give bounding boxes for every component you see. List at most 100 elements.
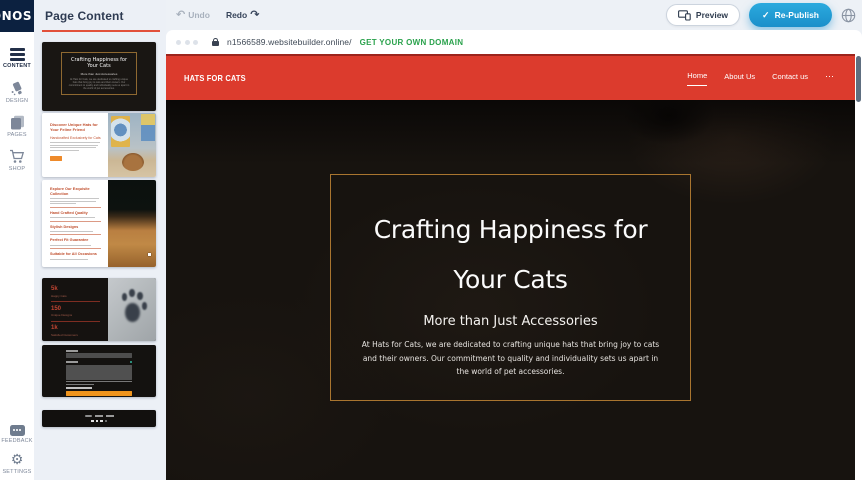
thumb-photo-paw-print [108,278,156,341]
thumb-text-column: Explore Our Exquisite Collection Hand Cr… [42,180,108,267]
paw-shape [137,292,143,300]
thumb-heading: Stylish Designs [50,225,101,230]
thumb-photo-cat-street [108,113,156,177]
sidebar-item-design[interactable]: DESIGN [0,78,34,106]
footer-link-bar [106,415,114,417]
republish-button[interactable]: ✓ Re-Publish [749,3,832,27]
divider [50,234,101,235]
thumb-heading: Suitable for All Occasions [50,252,101,257]
stat-label: Happy Cats [51,294,100,298]
globe-icon[interactable] [841,8,856,23]
paw-shape [142,302,148,310]
sidebar-item-label: SHOP [9,166,25,172]
divider [51,301,100,302]
shopping-cart-icon [9,149,25,164]
window-dots [176,40,198,45]
teal-indicator-dot [130,361,132,363]
text-placeholder-bar [50,198,99,199]
design-brush-icon [9,81,25,96]
left-rail: IONOS CONTENT DESIGN PAGES SHOP [0,0,34,480]
preview-scrollbar-track[interactable] [855,54,862,480]
nav-item-about[interactable]: About Us [724,72,755,86]
panel-title: Page Content [45,9,166,23]
lock-icon [212,41,219,46]
section-thumbnail-hero[interactable]: Crafting Happiness for Your Cats More th… [42,42,156,111]
text-placeholder-bar [50,245,91,246]
check-icon: ✓ [762,10,770,21]
site-preview-canvas: HATS FOR CATS Home About Us Contact us ⋯… [166,54,855,480]
hero-title-line2: Your Cats [453,265,567,294]
sidebar-item-settings[interactable]: ⚙ SETTINGS [0,450,34,478]
nav-item-home[interactable]: Home [687,71,707,86]
toolbar-right-group: Preview ✓ Re-Publish [666,3,856,27]
page-section-thumbnails: Crafting Happiness for Your Cats More th… [34,32,166,427]
undo-button[interactable]: ↶ Undo [176,10,210,20]
site-header: HATS FOR CATS Home About Us Contact us ⋯ [166,56,855,100]
stat-value: 5k [51,286,100,292]
sidebar-item-content[interactable]: CONTENT [0,44,34,72]
settings-gear-icon: ⚙ [11,453,24,467]
stat-value: 150 [51,306,100,312]
form-label-row [66,361,132,363]
thumb-hero-box: Crafting Happiness for Your Cats More th… [61,52,136,95]
text-placeholder-bar [50,201,96,202]
section-thumbnail-discover[interactable]: Discover Unique Hats for Your Feline Fri… [42,113,156,177]
preview-scrollbar-thumb[interactable] [856,56,861,102]
republish-label: Re-Publish [775,10,819,20]
hero-content-box[interactable]: Crafting Happiness forYour Cats More tha… [330,174,691,401]
thumb-heading: Hand Crafted Quality [50,211,101,216]
text-placeholder-bar [50,217,95,218]
thumb-subheading: Handcrafted Exclusively for Cats [50,136,102,140]
preview-button[interactable]: Preview [666,4,740,26]
section-thumbnail-contact-form[interactable] [42,345,156,397]
section-thumbnail-stats[interactable]: 5k Happy Cats 150 Unique Designs 1k Sati… [42,278,156,341]
nav-more-icon[interactable]: ⋯ [825,71,835,86]
thumb-hero-subtitle: More than Just Accessories [81,72,118,76]
divider [50,207,101,208]
undo-icon: ↶ [176,10,185,20]
form-textarea-placeholder [66,365,132,380]
footer-link-bar [95,415,103,417]
stat-label: Satisfied Customers [51,333,100,337]
paw-shape [125,303,139,322]
divider [50,221,101,222]
sidebar-item-label: SETTINGS [2,469,31,475]
thumb-heading: Perfect Fit Guarantee [50,238,101,243]
sidebar-item-label: PAGES [7,132,27,138]
pages-icon [10,115,25,130]
section-thumbnail-footer[interactable] [42,410,156,427]
sidebar-item-feedback[interactable]: FEEDBACK [0,420,34,448]
fine-print-bar [66,387,92,389]
fine-print-bar [66,384,94,385]
thumb-photo-orange-cat [108,180,156,267]
site-logo[interactable]: HATS FOR CATS [184,73,246,83]
stat-label: Unique Designs [51,313,100,317]
form-label-bar [66,361,78,363]
thumb-orange-button [50,156,62,161]
footer-links-row [85,415,114,418]
sidebar-item-label: FEEDBACK [1,438,32,444]
sidebar-item-pages[interactable]: PAGES [0,112,34,140]
thumb-hero-title: Your Cats [87,63,110,70]
section-thumbnail-collection[interactable]: Explore Our Exquisite Collection Hand Cr… [42,180,156,267]
website-builder-app: IONOS CONTENT DESIGN PAGES SHOP [0,0,862,480]
get-domain-link[interactable]: GET YOUR OWN DOMAIN [360,38,464,47]
ionos-logo[interactable]: IONOS [0,0,34,32]
text-placeholder-bar [50,203,76,204]
nav-item-contact[interactable]: Contact us [772,72,808,86]
redo-icon: ↷ [250,10,259,20]
text-placeholder-bar [50,259,88,260]
redo-button[interactable]: Redo ↷ [226,10,259,20]
sidebar-item-label: CONTENT [3,63,31,69]
preview-label: Preview [696,10,728,20]
hero-subtitle[interactable]: More than Just Accessories [331,314,690,329]
text-placeholder-bar [50,150,79,151]
poster-decoration [141,114,154,141]
sidebar-item-shop[interactable]: SHOP [0,146,34,174]
hero-body-text[interactable]: At Hats for Cats, we are dedicated to cr… [360,338,662,379]
hero-title[interactable]: Crafting Happiness forYour Cats [331,205,690,305]
editor-toolbar: ↶ Undo Redo ↷ Preview ✓ Re-Publish [166,0,862,30]
fine-print-bar [66,381,132,382]
content-icon [10,48,25,61]
mouse-cursor [148,253,151,256]
